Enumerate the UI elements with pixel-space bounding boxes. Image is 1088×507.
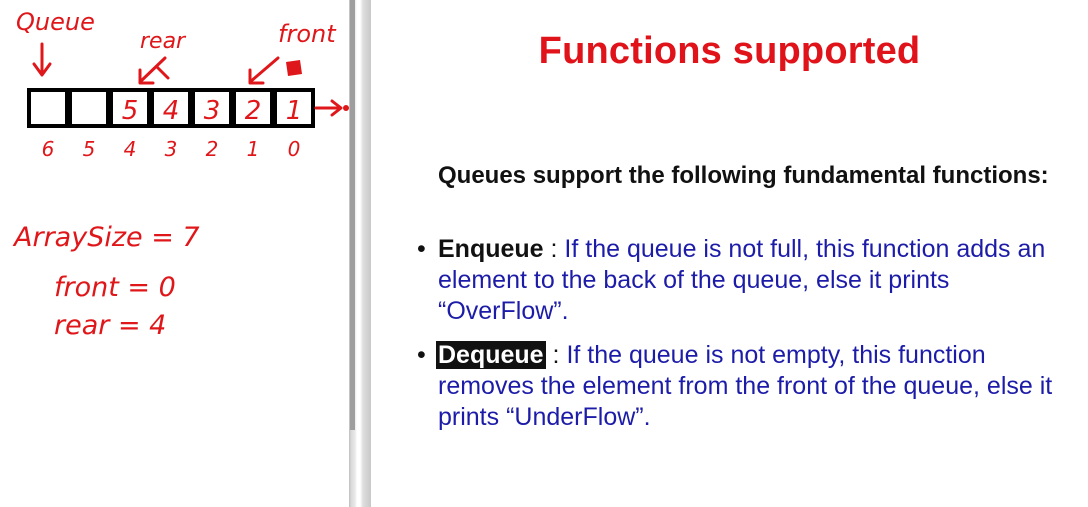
- slide-pane: Functions supported Queues support the f…: [371, 0, 1088, 507]
- index-label: 6: [42, 137, 55, 161]
- term-separator: :: [543, 235, 565, 263]
- bullet-dot-icon: •: [417, 341, 426, 369]
- bullet-dequeue: • Dequeue : If the queue is not empty, t…: [417, 340, 1078, 433]
- index-label: 5: [83, 137, 96, 161]
- note-front: front = 0: [54, 272, 176, 303]
- cell-value: 1: [286, 96, 303, 126]
- rear-label: rear: [140, 29, 187, 54]
- array-cell: [68, 88, 110, 128]
- cell-value: 2: [245, 96, 262, 126]
- index-label: 4: [124, 137, 137, 161]
- term-separator: :: [545, 341, 567, 369]
- queue-arrow: [32, 42, 52, 77]
- slide-title: Functions supported: [538, 30, 921, 72]
- index-label: 3: [165, 137, 178, 161]
- index-label: 0: [288, 137, 301, 161]
- note-array-size: ArraySize = 7: [12, 222, 200, 253]
- dequeue-arrow: [314, 99, 343, 117]
- rear-arrow: [138, 56, 170, 85]
- front-label: front: [278, 20, 337, 48]
- whiteboard-canvas: Queue rear front 5 4 3 2 1 6 5 4 3 2 1 0…: [0, 0, 349, 507]
- bullet-enqueue: • Enqueue : If the queue is not full, th…: [417, 234, 1078, 327]
- term-dequeue-selected[interactable]: Dequeue: [436, 341, 546, 369]
- front-arrow: [248, 56, 280, 85]
- cell-value: 4: [163, 96, 180, 126]
- index-label: 1: [247, 137, 260, 161]
- cell-value: 3: [204, 96, 221, 126]
- note-rear: rear = 4: [54, 310, 166, 341]
- index-label: 2: [206, 137, 219, 161]
- queue-label: Queue: [16, 8, 95, 36]
- scrollbar-thumb[interactable]: [350, 0, 355, 430]
- front-pointer-mark: [286, 60, 302, 76]
- slide-intro: Queues support the following fundamental…: [438, 162, 1049, 189]
- bullet-dot-icon: •: [417, 235, 426, 263]
- cell-value: 5: [122, 96, 139, 126]
- term-enqueue: Enqueue: [438, 235, 544, 263]
- array-cell: [27, 88, 69, 128]
